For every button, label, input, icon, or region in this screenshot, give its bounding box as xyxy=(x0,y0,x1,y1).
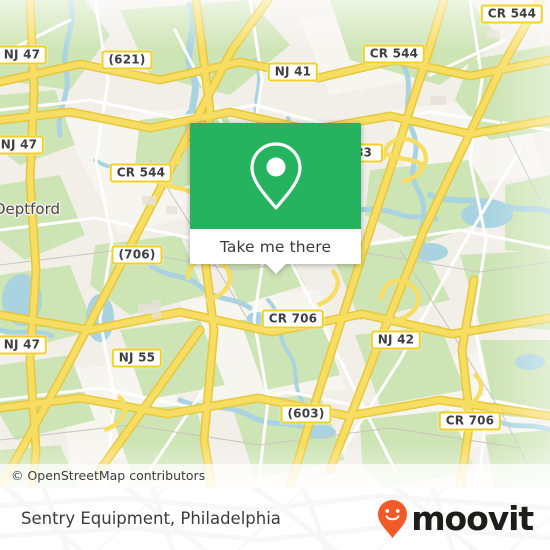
road-shield-603[interactable]: (603) xyxy=(280,404,332,424)
road-shield-nj47-b[interactable]: NJ 47 xyxy=(0,135,45,155)
map-pin-icon xyxy=(247,140,305,212)
road-shield-621[interactable]: (621) xyxy=(101,50,153,70)
moovit-pin-smile-icon xyxy=(377,499,408,539)
moovit-map-screenshot: Deptford NJ 47 (621) NJ 41 CR 544 CR 544… xyxy=(0,0,550,550)
map-attribution[interactable]: © OpenStreetMap contributors xyxy=(0,464,550,488)
road-shield-nj42[interactable]: NJ 42 xyxy=(370,330,422,350)
road-shield-706[interactable]: (706) xyxy=(111,245,163,265)
road-shield-nj47-a[interactable]: NJ 47 xyxy=(0,45,48,65)
road-shield-nj41[interactable]: NJ 41 xyxy=(267,62,319,82)
place-label-deptford: Deptford xyxy=(0,200,61,218)
location-popup-card[interactable]: Take me there xyxy=(190,123,361,274)
road-shield-cr706-a[interactable]: CR 706 xyxy=(261,309,325,329)
map-viewport[interactable]: Deptford NJ 47 (621) NJ 41 CR 544 CR 544… xyxy=(0,0,550,488)
road-shield-cr706-b[interactable]: CR 706 xyxy=(438,411,502,431)
moovit-wordmark: moovit xyxy=(411,499,534,538)
take-me-there-button[interactable]: Take me there xyxy=(220,238,331,256)
popup-header xyxy=(190,123,361,229)
road-shield-nj55[interactable]: NJ 55 xyxy=(111,348,163,368)
road-shield-cr544-c[interactable]: CR 544 xyxy=(109,163,173,183)
popup-footer[interactable]: Take me there xyxy=(190,229,361,274)
road-shield-cr544-b[interactable]: CR 544 xyxy=(480,4,544,24)
road-shield-cr544-a[interactable]: CR 544 xyxy=(362,44,426,64)
road-shield-nj47-c[interactable]: NJ 47 xyxy=(0,335,48,355)
location-title: Sentry Equipment, Philadelphia xyxy=(21,509,281,528)
popup-tail xyxy=(264,263,287,274)
moovit-brand[interactable]: moovit xyxy=(377,488,534,550)
footer-bar: Sentry Equipment, Philadelphia moovit xyxy=(0,488,550,550)
